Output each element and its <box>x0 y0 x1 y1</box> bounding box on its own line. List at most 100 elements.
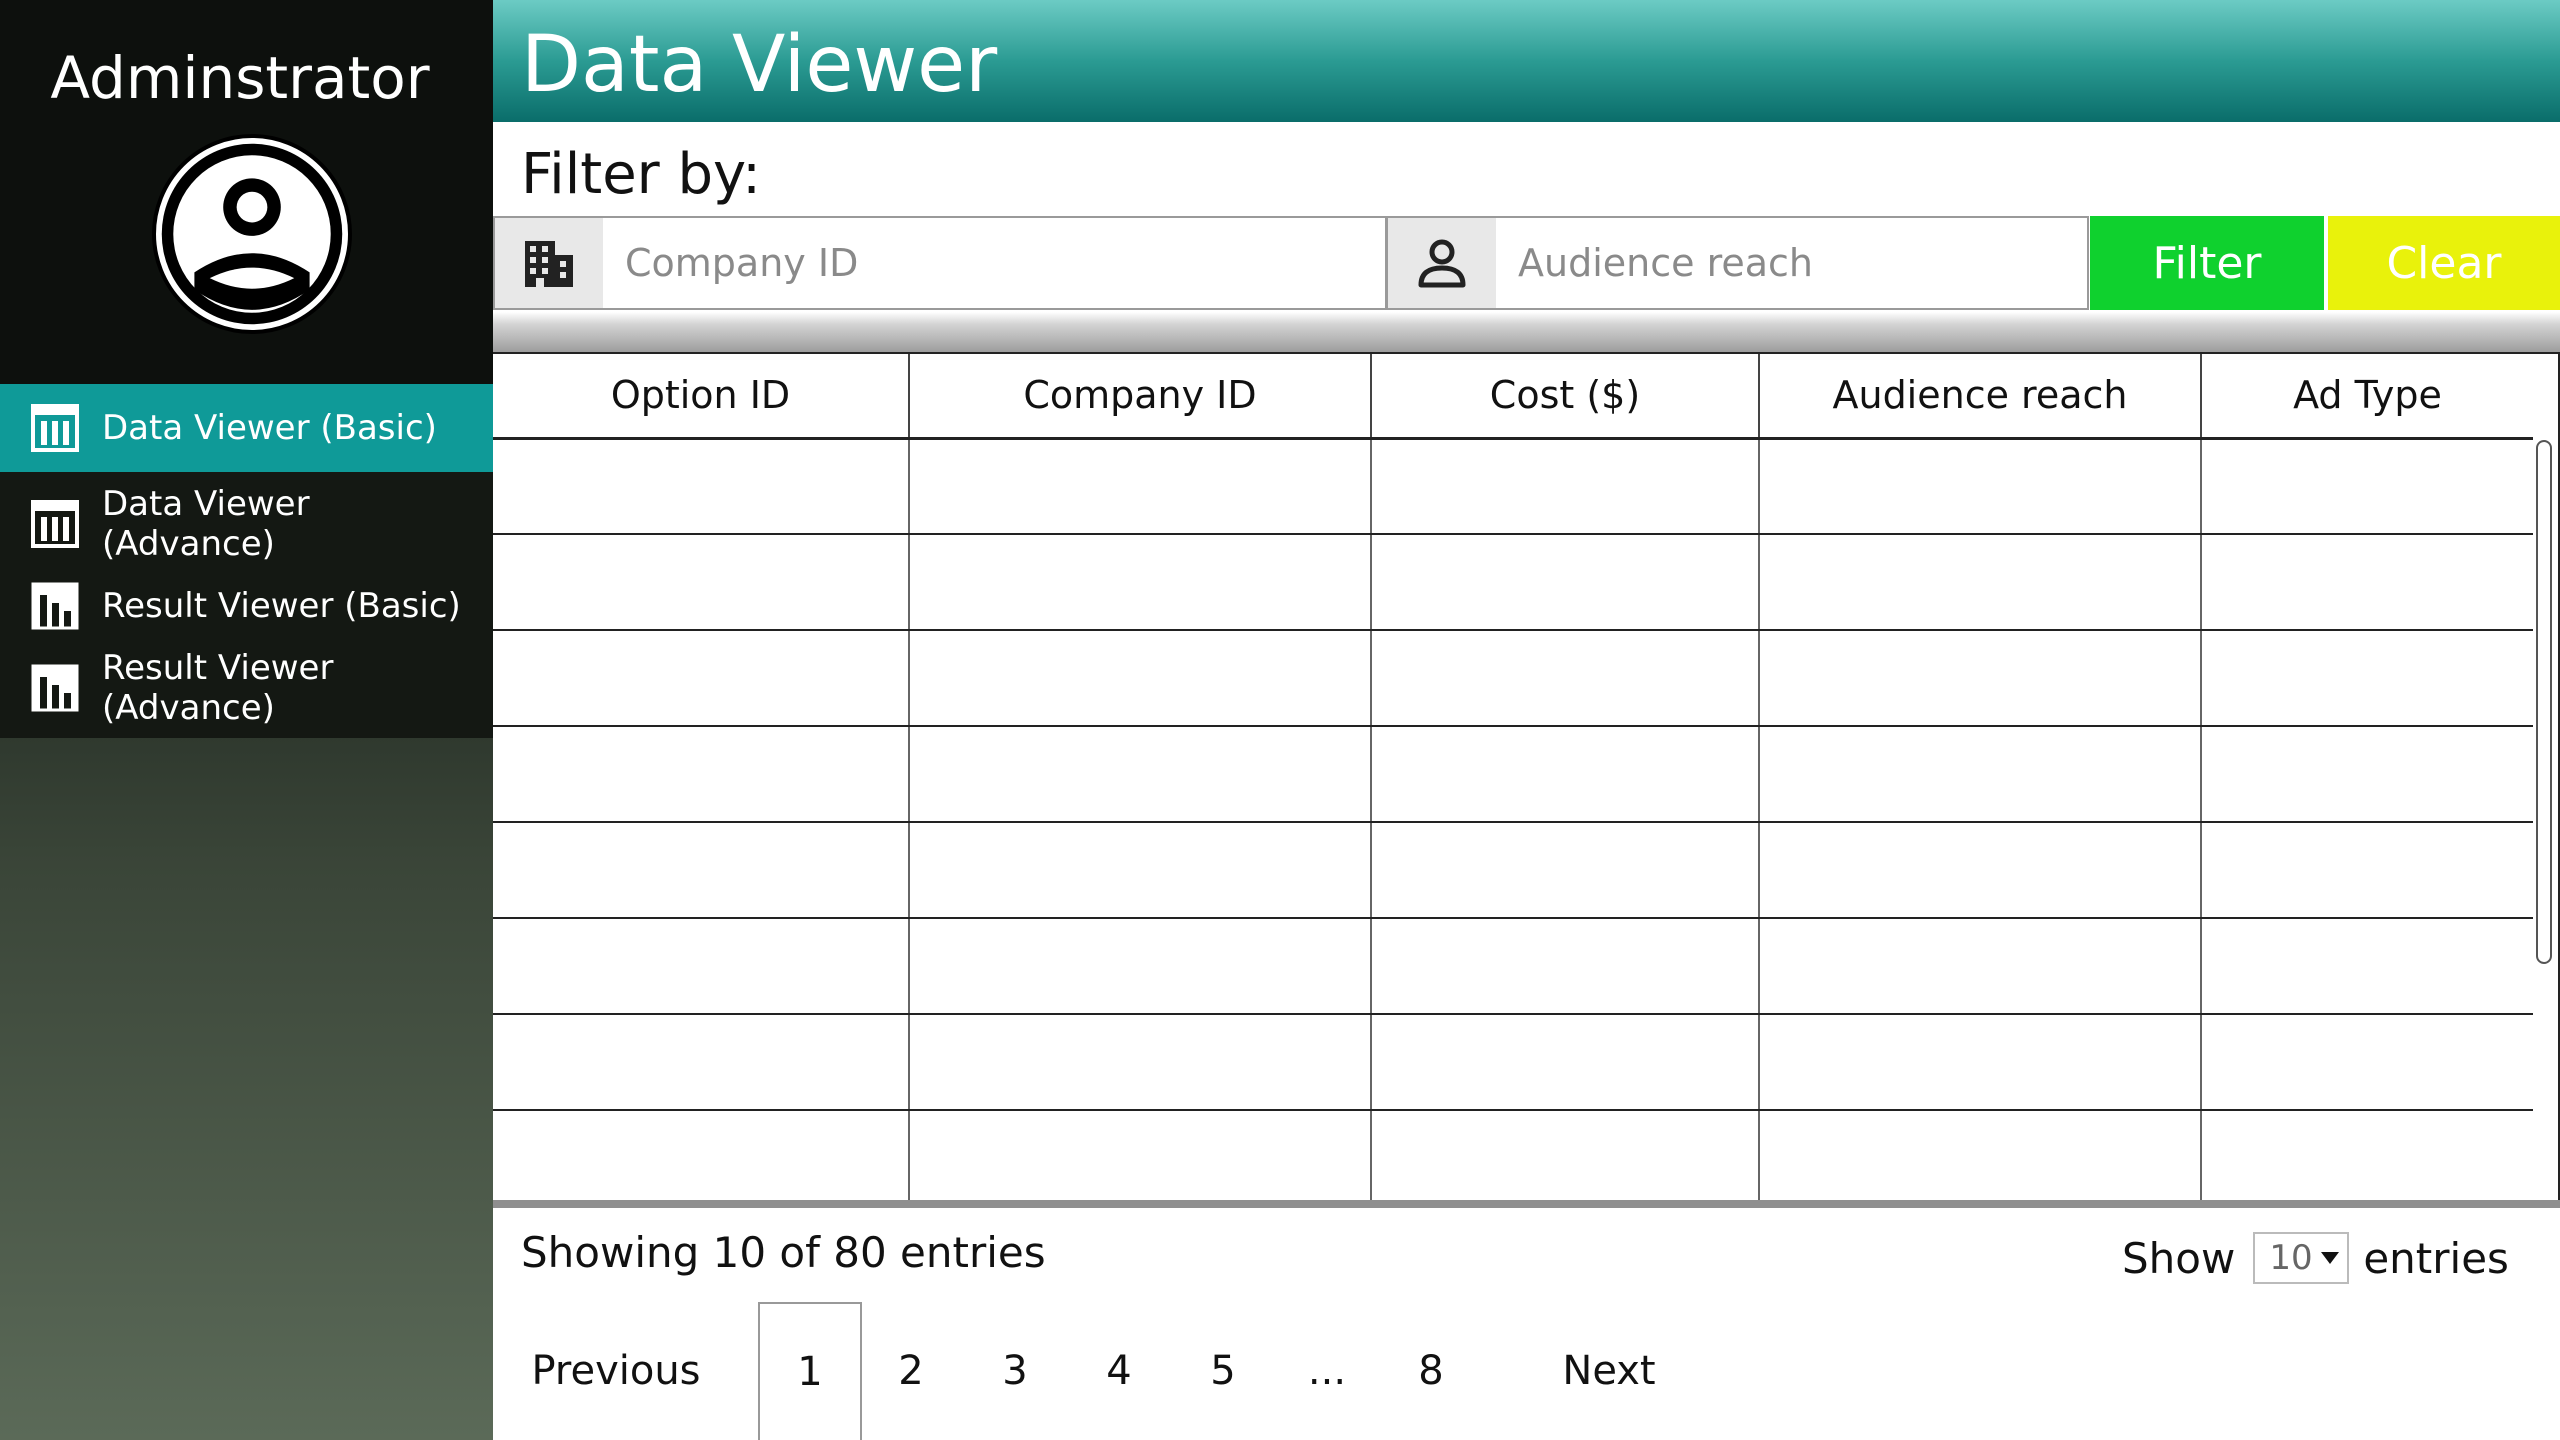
table-row[interactable] <box>493 534 2533 631</box>
table-cell <box>909 630 1372 727</box>
page-title: Data Viewer <box>521 20 998 110</box>
table-cell <box>909 1110 1372 1206</box>
table-cell <box>1371 918 1760 1015</box>
avatar-icon[interactable] <box>152 134 352 334</box>
table-row[interactable] <box>493 1014 2533 1111</box>
table-cell <box>2201 1110 2533 1206</box>
bar-chart-icon <box>30 663 80 713</box>
sidebar-nav: Data Viewer (Basic) Data Viewer (Advance… <box>0 384 493 738</box>
sidebar-item-label: Result Viewer (Advance) <box>102 648 334 728</box>
page-header: Data Viewer <box>493 0 2560 122</box>
table-cell <box>2201 918 2533 1015</box>
company-id-input[interactable] <box>603 218 1385 308</box>
page-button-2[interactable]: 2 <box>873 1302 949 1440</box>
table-row[interactable] <box>493 630 2533 727</box>
data-table: Option ID Company ID Cost ($) Audience r… <box>493 352 2560 1206</box>
caret-down-icon <box>2321 1252 2340 1264</box>
filter-button[interactable]: Filter <box>2090 216 2324 310</box>
column-header-audience-reach[interactable]: Audience reach <box>1759 354 2202 440</box>
audience-reach-field <box>1386 216 2089 310</box>
sidebar-item-data-viewer-advance[interactable]: Data Viewer (Advance) <box>0 480 493 568</box>
table-cell <box>1371 438 1760 535</box>
page-size-value: 10 <box>2269 1238 2313 1278</box>
page-button-8[interactable]: 8 <box>1393 1302 1469 1440</box>
table-cell <box>1371 1110 1760 1206</box>
previous-page-button[interactable]: Previous <box>521 1302 711 1440</box>
table-header-row: Option ID Company ID Cost ($) Audience r… <box>493 354 2533 440</box>
table-cell <box>493 438 910 535</box>
table-icon <box>30 403 80 453</box>
sidebar-item-label: Result Viewer (Basic) <box>102 586 461 626</box>
table-row[interactable] <box>493 726 2533 823</box>
sidebar-item-label: Data Viewer (Advance) <box>102 484 310 564</box>
table-cell <box>2201 534 2533 631</box>
table-cell <box>493 918 910 1015</box>
table-scrollbar[interactable] <box>2536 440 2552 964</box>
column-header-ad-type[interactable]: Ad Type <box>2201 354 2533 440</box>
sidebar-item-label: Data Viewer (Basic) <box>102 408 437 448</box>
table-cell <box>1371 630 1760 727</box>
table-row[interactable] <box>493 1110 2533 1206</box>
table-cell <box>1759 822 2202 919</box>
page-button-1[interactable]: 1 <box>758 1302 862 1440</box>
table-row[interactable] <box>493 822 2533 919</box>
table-cell <box>1371 822 1760 919</box>
page-button-3[interactable]: 3 <box>977 1302 1053 1440</box>
column-header-company-id[interactable]: Company ID <box>909 354 1372 440</box>
entries-summary: Showing 10 of 80 entries <box>521 1228 1046 1277</box>
company-id-field <box>493 216 1387 310</box>
sidebar: Adminstrator Data Viewer (Basic) Data Vi… <box>0 0 493 1440</box>
next-page-button[interactable]: Next <box>1529 1302 1689 1440</box>
table-cell <box>1759 918 2202 1015</box>
table-cell <box>909 822 1372 919</box>
divider <box>493 312 2560 352</box>
table-cell <box>1371 534 1760 631</box>
person-icon <box>1388 218 1496 308</box>
table-cell <box>1759 1110 2202 1206</box>
table-cell <box>493 1014 910 1111</box>
table-cell <box>493 1110 910 1206</box>
column-header-cost[interactable]: Cost ($) <box>1371 354 1760 440</box>
table-cell <box>1759 1014 2202 1111</box>
page-size-select[interactable]: 10 <box>2253 1232 2350 1284</box>
page-button-4[interactable]: 4 <box>1081 1302 1157 1440</box>
table-cell <box>909 534 1372 631</box>
table-cell <box>1371 726 1760 823</box>
table-bottom-border <box>493 1200 2560 1208</box>
table-cell <box>909 1014 1372 1111</box>
table-cell <box>1759 438 2202 535</box>
table-cell <box>1759 726 2202 823</box>
sidebar-item-data-viewer-basic[interactable]: Data Viewer (Basic) <box>0 384 493 472</box>
page-button-5[interactable]: 5 <box>1185 1302 1261 1440</box>
building-icon <box>495 218 603 308</box>
table-cell <box>1759 630 2202 727</box>
table-icon <box>30 499 80 549</box>
column-header-option-id[interactable]: Option ID <box>493 354 910 440</box>
table-cell <box>2201 726 2533 823</box>
table-cell <box>1371 1014 1760 1111</box>
sidebar-item-result-viewer-basic[interactable]: Result Viewer (Basic) <box>0 562 493 650</box>
table-row[interactable] <box>493 918 2533 1015</box>
sidebar-profile: Adminstrator <box>0 0 493 384</box>
table-cell <box>909 918 1372 1015</box>
table-cell <box>909 438 1372 535</box>
table-cell <box>493 630 910 727</box>
table-cell <box>1759 534 2202 631</box>
entries-label: entries <box>2363 1233 2509 1283</box>
table-cell <box>2201 630 2533 727</box>
filter-bar: Filter Clear <box>493 216 2560 312</box>
show-label: Show <box>2122 1233 2236 1283</box>
filter-label: Filter by: <box>521 142 761 207</box>
table-cell <box>2201 822 2533 919</box>
table-cell <box>493 534 910 631</box>
bar-chart-icon <box>30 581 80 631</box>
table-cell <box>493 822 910 919</box>
pagination: Previous 1 2 3 4 5 ... 8 Next <box>493 1302 1793 1440</box>
table-row[interactable] <box>493 438 2533 535</box>
table-cell <box>909 726 1372 823</box>
table-cell <box>2201 438 2533 535</box>
audience-reach-input[interactable] <box>1496 218 2087 308</box>
sidebar-item-result-viewer-advance[interactable]: Result Viewer (Advance) <box>0 644 493 732</box>
table-cell <box>2201 1014 2533 1111</box>
clear-button[interactable]: Clear <box>2328 216 2560 310</box>
